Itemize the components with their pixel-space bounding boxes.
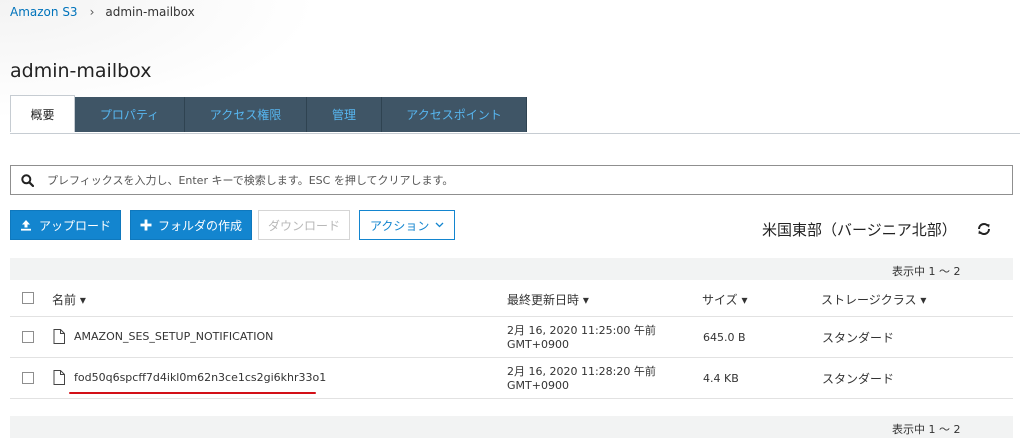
region-label: 米国東部（バージニア北部）	[762, 221, 957, 239]
create-folder-button-label: フォルダの作成	[158, 218, 243, 233]
row-checkbox[interactable]	[22, 331, 34, 343]
breadcrumb-separator: ›	[89, 5, 95, 19]
storage-class: スタンダード	[822, 331, 895, 345]
pagination-bar-bottom	[10, 416, 1013, 438]
plus-icon	[140, 219, 152, 231]
create-folder-button[interactable]: フォルダの作成	[130, 210, 253, 240]
column-header-size[interactable]: サイズ ▾	[702, 291, 747, 308]
object-name-link[interactable]: fod50q6spcff7d4ikl0m62n3ce1cs2gi6khr33o1	[74, 371, 326, 384]
actions-dropdown-label: アクション	[370, 218, 430, 233]
storage-class: スタンダード	[822, 372, 895, 386]
tab-bar: 概要 プロパティ アクセス権限 管理 アクセスポイント	[10, 95, 527, 132]
row-checkbox[interactable]	[22, 372, 34, 384]
breadcrumb-root-link[interactable]: Amazon S3	[10, 5, 78, 19]
modified-timezone: GMT+0900	[507, 338, 569, 351]
highlight-underline	[69, 392, 316, 394]
column-header-modified[interactable]: 最終更新日時 ▾	[507, 291, 589, 308]
modified-timezone: GMT+0900	[507, 379, 569, 392]
search-icon	[21, 173, 45, 187]
tab-management[interactable]: 管理	[307, 97, 382, 132]
breadcrumb-current: admin-mailbox	[105, 5, 195, 19]
pagination-count-top: 表示中 1 ～ 2	[892, 265, 961, 278]
column-header-storage-class[interactable]: ストレージクラス ▾	[821, 291, 926, 308]
table-header: 名前 ▾ 最終更新日時 ▾ サイズ ▾ ストレージクラス ▾	[10, 280, 1013, 317]
breadcrumb: Amazon S3 › admin-mailbox	[10, 5, 195, 19]
sort-caret-icon: ▾	[737, 293, 748, 307]
sort-caret-icon: ▾	[76, 293, 86, 307]
tab-properties[interactable]: プロパティ	[75, 97, 185, 132]
object-name-link[interactable]: AMAZON_SES_SETUP_NOTIFICATION	[74, 330, 273, 343]
modified-date: 2月 16, 2020 11:28:20 午前	[507, 365, 656, 378]
download-button[interactable]: ダウンロード	[258, 210, 351, 240]
tab-access-points[interactable]: アクセスポイント	[382, 97, 527, 132]
pagination-bar-top	[10, 258, 1013, 280]
refresh-icon[interactable]	[976, 221, 992, 237]
column-header-name[interactable]: 名前 ▾	[52, 291, 86, 308]
tab-permissions[interactable]: アクセス権限	[185, 97, 307, 132]
file-icon	[53, 329, 65, 344]
search-bar	[10, 165, 1013, 195]
upload-button[interactable]: アップロード	[10, 210, 122, 240]
modified-date: 2月 16, 2020 11:25:00 午前	[507, 324, 656, 337]
search-input[interactable]	[45, 172, 1012, 188]
sort-caret-icon: ▾	[579, 293, 589, 307]
select-all-checkbox[interactable]	[22, 292, 34, 304]
actions-dropdown[interactable]: アクション	[359, 210, 456, 240]
tab-divider	[10, 133, 1020, 134]
object-size: 4.4 KB	[703, 372, 739, 385]
upload-icon	[20, 219, 32, 231]
file-icon	[53, 370, 65, 385]
page-title: admin-mailbox	[10, 60, 152, 82]
tab-overview[interactable]: 概要	[10, 95, 75, 132]
pagination-count-bottom: 表示中 1 ～ 2	[892, 423, 961, 436]
chevron-down-icon	[435, 222, 444, 228]
upload-button-label: アップロード	[39, 218, 112, 233]
sort-caret-icon: ▾	[916, 293, 927, 307]
object-size: 645.0 B	[703, 331, 746, 344]
table-row[interactable]: AMAZON_SES_SETUP_NOTIFICATION 2月 16, 202…	[10, 317, 1013, 358]
